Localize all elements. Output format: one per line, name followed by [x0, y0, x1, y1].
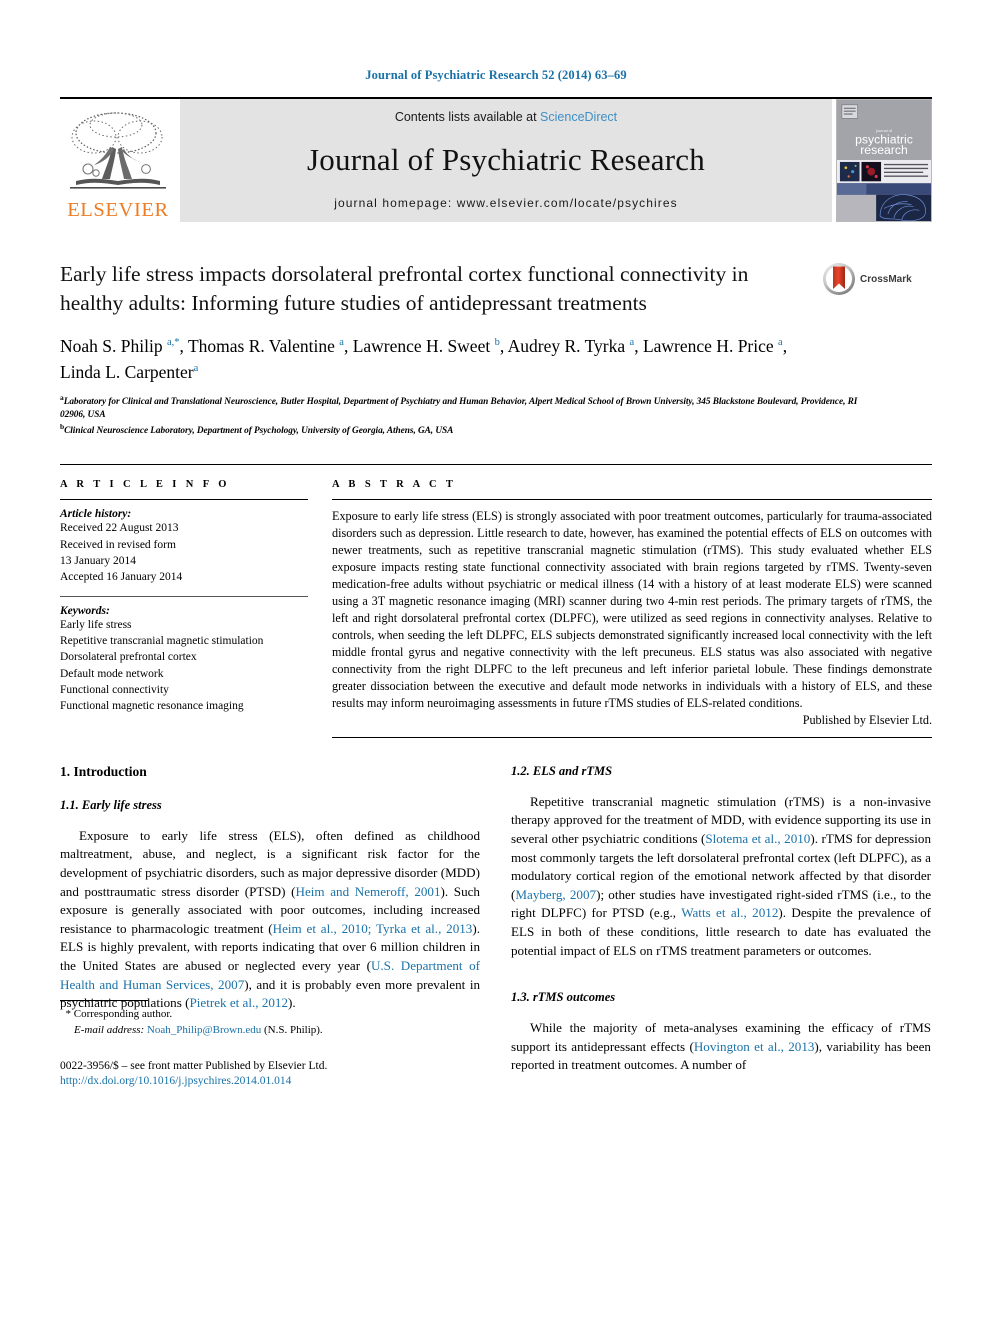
subsection-heading-early-life-stress: 1.1. Early life stress	[60, 797, 162, 812]
section-heading-introduction: 1. Introduction	[60, 763, 147, 779]
keyword-item: Functional connectivity	[60, 684, 169, 697]
keywords-rule	[60, 595, 308, 597]
subsection-heading-els-and-rtms: 1.2. ELS and rTMS	[511, 763, 613, 778]
body-column-right: 1.2. ELS and rTMS Repetitive transcrania…	[511, 764, 931, 1087]
contents-prefix: Contents lists available at	[394, 110, 541, 124]
abstract-heading: A B S T R A C T	[332, 479, 457, 491]
sciencedirect-link[interactable]: ScienceDirect	[540, 110, 617, 124]
history-item: Received in revised form	[60, 538, 176, 551]
corresponding-author-line: * Corresponding author.	[60, 1006, 480, 1022]
footnote-block: * Corresponding author. E-mail address: …	[60, 1000, 480, 1087]
info-abstract-region: A R T I C L E I N F O Article history: R…	[60, 464, 932, 738]
paragraph-els-and-rtms: Repetitive transcranial magnetic stimula…	[511, 793, 932, 958]
svg-text:research: research	[860, 143, 908, 157]
email-label: E-mail address:	[74, 1024, 145, 1037]
article-info-column: A R T I C L E I N F O Article history: R…	[60, 479, 308, 737]
keyword-item: Early life stress	[60, 618, 132, 631]
masthead-center: Contents lists available at ScienceDirec…	[180, 99, 832, 222]
doi-link[interactable]: http://dx.doi.org/10.1016/j.jpsychires.2…	[60, 1075, 480, 1087]
article-info-rule	[60, 499, 308, 501]
crossmark-icon	[823, 263, 855, 295]
article-history-label: Article history:	[60, 508, 132, 521]
body-columns: 1. Introduction 1.1. Early life stress E…	[60, 764, 932, 1087]
article-info-heading: A R T I C L E I N F O	[60, 479, 230, 491]
abstract-publisher-note: Published by Elsevier Ltd.	[802, 712, 932, 727]
body-column-left: 1. Introduction 1.1. Early life stress E…	[60, 764, 480, 1087]
corresponding-marker: *	[65, 1008, 72, 1021]
journal-homepage-line[interactable]: journal homepage: www.elsevier.com/locat…	[334, 196, 678, 210]
abstract-column: A B S T R A C T Exposure to early life s…	[332, 479, 932, 738]
crossmark-label: CrossMark	[860, 273, 912, 285]
contents-available-line: Contents lists available at ScienceDirec…	[395, 110, 617, 124]
email-suffix: (N.S. Philip).	[264, 1024, 323, 1037]
title-block: CrossMark Early life stress impacts dors…	[60, 260, 932, 438]
abstract-bottom-rule	[332, 736, 932, 738]
affiliation-b: bClinical Neuroscience Laboratory, Depar…	[60, 422, 454, 437]
affiliation-a: aLaboratory for Clinical and Translation…	[60, 392, 858, 420]
keywords-list: Early life stress Repetitive transcrania…	[60, 617, 308, 715]
history-item: Received 22 August 2013	[60, 522, 179, 535]
email-line: E-mail address: Noah_Philip@Brown.edu (N…	[60, 1022, 480, 1038]
journal-masthead: ELSEVIER Contents lists available at Sci…	[60, 97, 932, 222]
elsevier-logo: ELSEVIER	[60, 99, 176, 222]
journal-title: Journal of Psychiatric Research	[307, 142, 705, 177]
affiliation-b-text: Clinical Neuroscience Laboratory, Depart…	[64, 426, 454, 437]
footnote-rule	[60, 1000, 148, 1002]
elsevier-wordmark: ELSEVIER	[67, 198, 169, 221]
author-list: Noah S. Philip a,*, Thomas R. Valentine …	[60, 336, 788, 383]
article-page: Journal of Psychiatric Research 52 (2014…	[0, 0, 992, 1323]
keyword-item: Dorsolateral prefrontal cortex	[60, 651, 197, 664]
keyword-item: Default mode network	[60, 667, 164, 680]
keywords-label: Keywords:	[60, 604, 110, 617]
paragraph-early-life-stress: Exposure to early life stress (ELS), oft…	[60, 827, 481, 1011]
journal-cover-thumbnail: journal of psychiatric research	[836, 99, 932, 222]
corresponding-text: Corresponding author.	[73, 1008, 173, 1021]
affiliations: aLaboratory for Clinical and Translation…	[60, 393, 860, 439]
elsevier-tree-icon	[66, 107, 170, 199]
affiliation-a-text: Laboratory for Clinical and Translationa…	[60, 396, 858, 420]
abstract-text: Exposure to early life stress (ELS) is s…	[332, 509, 932, 710]
article-title: Early life stress impacts dorsolateral p…	[60, 262, 749, 315]
article-history-list: Received 22 August 2013 Received in revi…	[60, 520, 308, 585]
keyword-item: Repetitive transcranial magnetic stimula…	[60, 635, 264, 648]
subsection-heading-rtms-outcomes: 1.3. rTMS outcomes	[511, 990, 616, 1005]
crossmark-badge[interactable]: CrossMark	[822, 262, 932, 296]
issn-line: 0022-3956/$ – see front matter Published…	[60, 1060, 328, 1073]
email-link[interactable]: Noah_Philip@Brown.edu	[147, 1024, 261, 1036]
abstract-rule	[332, 499, 932, 501]
paragraph-rtms-outcomes: While the majority of meta-analyses exam…	[511, 1020, 931, 1073]
running-head: Journal of Psychiatric Research 52 (2014…	[365, 68, 627, 82]
history-item: 13 January 2014	[60, 555, 137, 568]
history-item: Accepted 16 January 2014	[60, 571, 183, 584]
keyword-item: Functional magnetic resonance imaging	[60, 700, 244, 713]
